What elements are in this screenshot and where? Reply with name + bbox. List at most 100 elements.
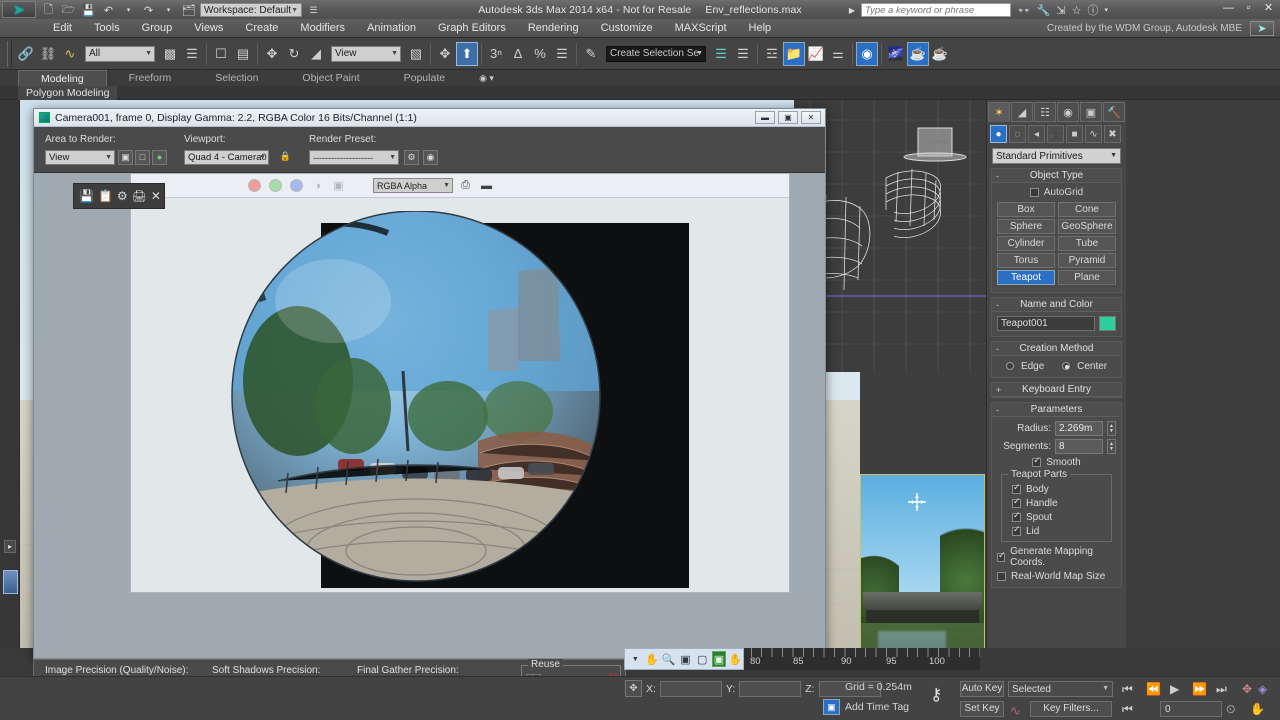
ribbon-tab-object-paint[interactable]: Object Paint (280, 70, 381, 86)
orbit-icon[interactable]: ✋ (728, 651, 743, 667)
cylinder-button[interactable]: Cylinder (997, 236, 1055, 251)
minimize-button[interactable]: — (1222, 2, 1235, 15)
rendered-frame-window[interactable]: Camera001, frame 0, Display Gamma: 2.2, … (33, 108, 826, 659)
parameters-header[interactable]: - Parameters (992, 403, 1121, 417)
ribbon-options-icon[interactable]: ◉ ▾ (479, 73, 494, 84)
ribbon-tab-selection[interactable]: Selection (193, 70, 280, 86)
search-input[interactable] (860, 3, 1011, 17)
printer-icon[interactable]: 🖨 (132, 189, 147, 203)
zoom-extents-all-selected-icon[interactable]: ◈ (1258, 682, 1267, 696)
space-warps-icon[interactable]: ∿ (1085, 125, 1102, 143)
object-category-combo[interactable]: Standard Primitives ▼ (992, 148, 1121, 164)
cone-button[interactable]: Cone (1058, 202, 1116, 217)
green-channel-icon[interactable] (267, 177, 284, 194)
align-icon[interactable]: ☰ (732, 42, 754, 66)
play-animation-icon[interactable]: ▶ (1170, 682, 1179, 696)
current-frame-field[interactable]: 0 (1160, 701, 1222, 717)
modify-tab[interactable]: ◢ (1011, 102, 1033, 122)
select-and-rotate-icon[interactable]: ↻ (283, 42, 305, 66)
nav-dropdown-icon[interactable]: ▼ (628, 651, 643, 667)
rectangular-selection-region-icon[interactable]: ☐ (210, 42, 232, 66)
systems-icon[interactable]: ✖ (1104, 125, 1121, 143)
generate-mapping-coords-checkbox[interactable] (997, 550, 1006, 562)
smooth-checkbox[interactable] (1032, 455, 1042, 467)
object-type-header[interactable]: - Object Type (992, 169, 1121, 183)
teapot-button[interactable]: Teapot (997, 270, 1055, 285)
selection-filter-combo[interactable]: All ▼ (85, 45, 155, 62)
key-toggle-icon[interactable]: ⚷ (930, 685, 942, 705)
helpers-icon[interactable]: ■ (1066, 125, 1083, 143)
redo-dropdown-icon[interactable]: ▾ (160, 2, 177, 18)
rfw-minimize-button[interactable]: ▬ (755, 111, 775, 124)
zoom-extents-all-icon[interactable]: ▣ (711, 651, 727, 667)
viewport-expand-icon[interactable]: ▸ (4, 540, 16, 553)
unlink-selection-icon[interactable]: ⛓ (37, 42, 59, 66)
go-to-end-icon[interactable]: ⏭ (1216, 682, 1227, 697)
viewport-lock-icon[interactable]: 🔒 (278, 150, 293, 165)
y-field[interactable] (739, 680, 802, 697)
open-file-icon[interactable]: 🗁 (60, 2, 77, 18)
blue-channel-icon[interactable] (288, 177, 305, 194)
use-pivot-point-center-icon[interactable]: ▧ (405, 42, 427, 66)
render-production-icon[interactable]: ☕ (929, 42, 951, 66)
ribbon-tab-populate[interactable]: Populate (382, 70, 467, 86)
menu-views[interactable]: Views (183, 19, 234, 38)
menu-modifiers[interactable]: Modifiers (289, 19, 356, 38)
monochrome-icon[interactable]: ▣ (330, 177, 347, 194)
spout-checkbox[interactable] (1012, 510, 1021, 522)
menu-help[interactable]: Help (738, 19, 783, 38)
named-selection-sets-icon[interactable]: ✎ (580, 42, 602, 66)
percent-snap-icon[interactable]: ∆ (507, 42, 529, 66)
qat-overflow-icon[interactable]: ☰ (305, 2, 322, 18)
sphere-button[interactable]: Sphere (997, 219, 1055, 234)
menu-group[interactable]: Group (131, 19, 184, 38)
object-color-swatch[interactable] (1099, 316, 1116, 331)
render-button-icon[interactable]: ◉ (423, 150, 438, 165)
teapot-part-spout[interactable]: Spout (1012, 510, 1107, 523)
menu-maxscript[interactable]: MAXScript (664, 19, 738, 38)
box-button[interactable]: Box (997, 202, 1055, 217)
window-crossing-icon[interactable]: ▤ (232, 42, 254, 66)
menu-create[interactable]: Create (234, 19, 289, 38)
render-region-edit-icon[interactable]: ▣ (118, 150, 133, 165)
duplicate-render-icon[interactable]: ⎙ (457, 177, 474, 194)
zoom-region-icon[interactable]: ▣ (678, 651, 693, 667)
create-tab[interactable]: ✶ (988, 102, 1010, 122)
project-folder-icon[interactable]: 🗂 (180, 2, 197, 18)
menu-animation[interactable]: Animation (356, 19, 427, 38)
previous-frame-icon[interactable]: ⏪ (1146, 682, 1161, 696)
render-channel-combo[interactable]: RGBA Alpha ▼ (373, 178, 453, 193)
menu-tools[interactable]: Tools (83, 19, 131, 38)
select-and-link-icon[interactable]: 🔗 (15, 42, 37, 66)
time-tag-icon[interactable]: ▣ (823, 699, 840, 715)
auto-key-button[interactable]: Auto Key (960, 681, 1004, 697)
menu-customize[interactable]: Customize (590, 19, 664, 38)
torus-button[interactable]: Torus (997, 253, 1055, 268)
autogrid-row[interactable]: AutoGrid (997, 187, 1116, 198)
name-and-color-header[interactable]: - Name and Color (992, 298, 1121, 312)
menu-edit[interactable]: Edit (42, 19, 83, 38)
tube-button[interactable]: Tube (1058, 236, 1116, 251)
schematic-view-icon[interactable]: ⚌ (827, 42, 849, 66)
x-field[interactable] (659, 680, 722, 697)
scene-explorer-icon[interactable]: 📁 (783, 41, 805, 66)
set-key-curve-icon[interactable]: ∿ (1010, 703, 1021, 719)
handle-checkbox[interactable] (1012, 496, 1021, 508)
curve-editor-icon[interactable]: 📈 (805, 42, 827, 66)
smooth-row[interactable]: Smooth (997, 455, 1116, 468)
key-filters-button[interactable]: Key Filters... (1030, 701, 1112, 717)
plane-button[interactable]: Plane (1058, 270, 1116, 285)
utilities-tab[interactable]: 🔨 (1103, 102, 1125, 122)
teapot-part-handle[interactable]: Handle (1012, 496, 1107, 509)
clear-image-icon[interactable]: ✕ (151, 189, 161, 203)
motion-tab[interactable]: ◉ (1057, 102, 1079, 122)
set-key-button[interactable]: Set Key (960, 701, 1004, 717)
new-file-icon[interactable]: 🗋 (40, 2, 57, 18)
angle-snap-toggle-icon[interactable]: 3ⁿ (485, 42, 507, 66)
creation-method-header[interactable]: - Creation Method (992, 342, 1121, 356)
help-icon[interactable]: ⓘ (1087, 2, 1098, 18)
generate-mapping-coords-row[interactable]: Generate Mapping Coords. (997, 546, 1116, 568)
render-region-auto-icon[interactable]: □ (135, 150, 150, 165)
select-and-move-icon[interactable]: ✥ (261, 42, 283, 66)
render-setup-dialog-icon[interactable]: ⚙ (404, 150, 419, 165)
